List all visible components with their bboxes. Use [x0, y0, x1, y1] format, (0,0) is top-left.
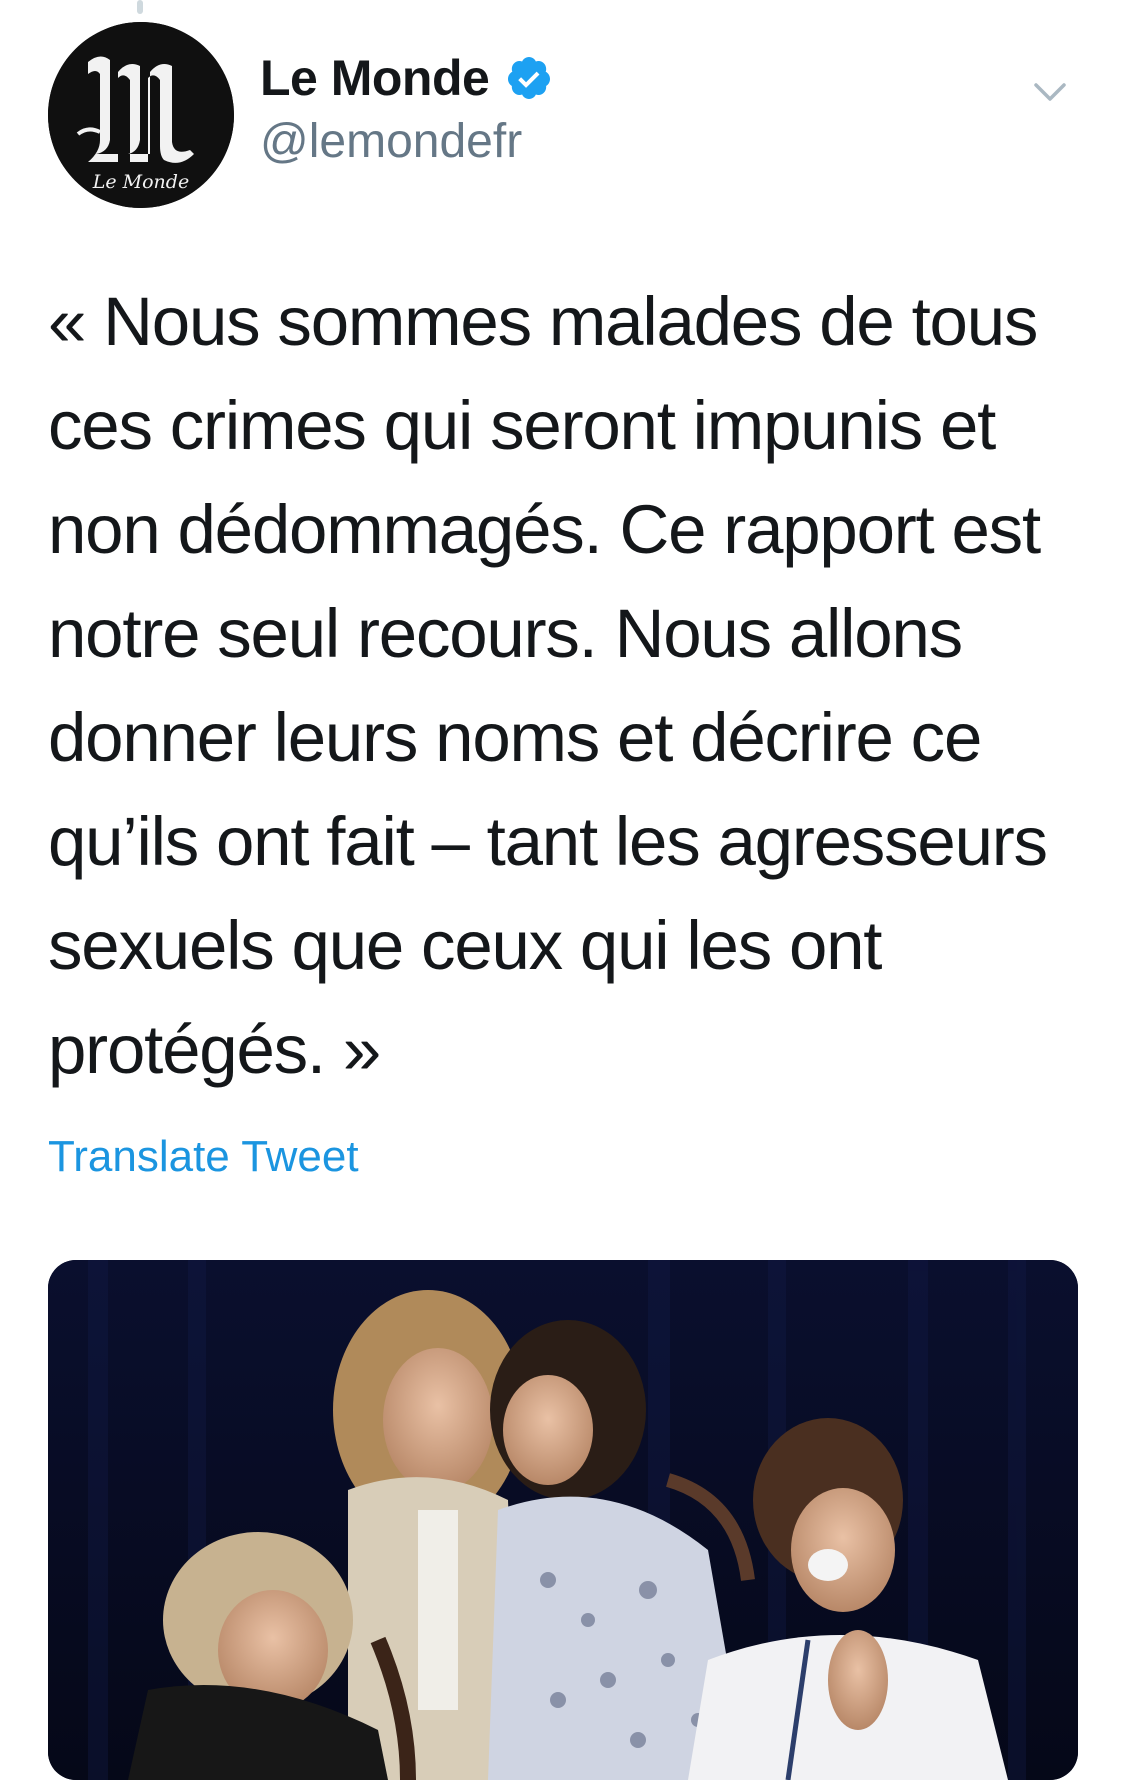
verified-badge-icon	[505, 54, 553, 102]
tweet-header: Le Monde Le Monde @lemondefr	[48, 22, 1078, 212]
translate-tweet-link[interactable]: Translate Tweet	[48, 1132, 359, 1182]
author-handle[interactable]: @lemondefr	[260, 114, 553, 169]
tweet-media-image[interactable]	[48, 1260, 1078, 1780]
chevron-down-icon[interactable]	[1030, 72, 1070, 112]
photo-people-consoling	[48, 1260, 1078, 1780]
avatar[interactable]: Le Monde	[48, 22, 234, 208]
logo-wordmark: Le Monde	[92, 171, 189, 193]
tweet-text: « Nous sommes malades de tous ces crimes…	[48, 283, 1048, 1088]
le-monde-logo: Le Monde	[48, 22, 234, 208]
author-display-name[interactable]: Le Monde	[260, 49, 490, 107]
thread-connector-line	[137, 0, 143, 14]
author-names: Le Monde @lemondefr	[260, 46, 553, 169]
